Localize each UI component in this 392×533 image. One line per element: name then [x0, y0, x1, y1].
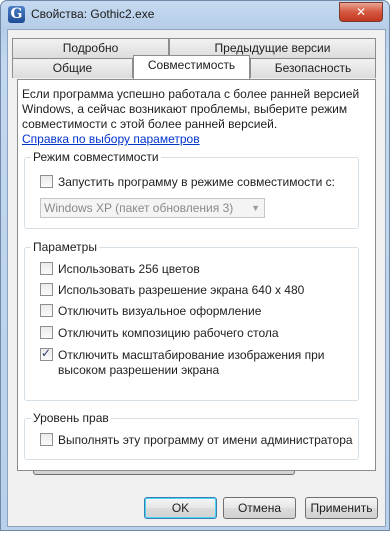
- checkbox-label: Использовать разрешение экрана 640 x 480: [58, 283, 305, 297]
- os-version-select[interactable]: Windows XP (пакет обновления 3) ▼: [40, 198, 265, 218]
- checkbox-label-line2: высоком разрешении экрана: [58, 363, 220, 377]
- checkbox-label: Выполнять эту программу от имени админис…: [58, 433, 353, 447]
- checkbox[interactable]: [40, 304, 53, 317]
- checkbox[interactable]: [40, 326, 53, 339]
- group-label: Уровень прав: [31, 411, 111, 425]
- checkbox-label: Использовать 256 цветов: [58, 262, 200, 276]
- help-link[interactable]: Справка по выбору параметров: [22, 132, 200, 146]
- tab-security[interactable]: Безопасность: [250, 58, 376, 78]
- group-label: Режим совместимости: [31, 150, 161, 164]
- option-disable-dpi-scaling[interactable]: Отключить масштабирование изображения пр…: [40, 346, 325, 378]
- close-button[interactable]: ✕: [339, 2, 383, 22]
- compatibility-mode-group: Режим совместимости Запустить программу …: [24, 150, 359, 229]
- app-icon: G: [8, 6, 25, 23]
- chevron-down-icon: ▼: [251, 203, 260, 213]
- compat-mode-checkbox-row[interactable]: Запустить программу в режиме совместимос…: [40, 175, 335, 191]
- privilege-level-group: Уровень прав Выполнять эту программу от …: [24, 411, 359, 460]
- checkbox-label: Отключить визуальное оформление: [58, 304, 262, 318]
- select-value: Windows XP (пакет обновления 3): [44, 201, 234, 215]
- option-640x480[interactable]: Использовать разрешение экрана 640 x 480: [40, 283, 304, 299]
- option-256-colors[interactable]: Использовать 256 цветов: [40, 262, 200, 278]
- parameters-group: Параметры Использовать 256 цветов Исполь…: [24, 240, 359, 401]
- option-disable-visual-themes[interactable]: Отключить визуальное оформление: [40, 304, 261, 320]
- properties-window: G Свойства: Gothic2.exe ✕ Подробно Преды…: [0, 0, 390, 531]
- checkbox-label: Запустить программу в режиме совместимос…: [58, 175, 335, 189]
- compatibility-panel: Если программа успешно работала с более …: [17, 79, 376, 471]
- checkbox[interactable]: [40, 262, 53, 275]
- window-title: Свойства: Gothic2.exe: [31, 7, 155, 21]
- dialog-client-area: Подробно Предыдущие версии Общие Совмест…: [7, 29, 386, 527]
- checkbox-checked[interactable]: [40, 346, 53, 361]
- checkbox-label: Отключить масштабирование изображения пр…: [58, 348, 325, 362]
- cancel-button[interactable]: Отмена: [223, 497, 296, 519]
- group-label: Параметры: [31, 240, 99, 254]
- title-bar[interactable]: G Свойства: Gothic2.exe ✕: [1, 1, 389, 29]
- run-as-admin-checkbox[interactable]: [40, 433, 53, 446]
- ok-button[interactable]: OK: [144, 497, 217, 519]
- compat-mode-checkbox[interactable]: [40, 175, 53, 188]
- checkbox-label: Отключить композицию рабочего стола: [58, 326, 279, 340]
- apply-button[interactable]: Применить: [305, 497, 378, 519]
- tab-general[interactable]: Общие: [12, 58, 133, 78]
- option-disable-desktop-composition[interactable]: Отключить композицию рабочего стола: [40, 326, 279, 342]
- run-as-admin-row[interactable]: Выполнять эту программу от имени админис…: [40, 433, 353, 449]
- checkbox[interactable]: [40, 283, 53, 296]
- tab-compatibility[interactable]: Совместимость: [133, 55, 250, 79]
- intro-text: Если программа успешно работала с более …: [22, 87, 360, 131]
